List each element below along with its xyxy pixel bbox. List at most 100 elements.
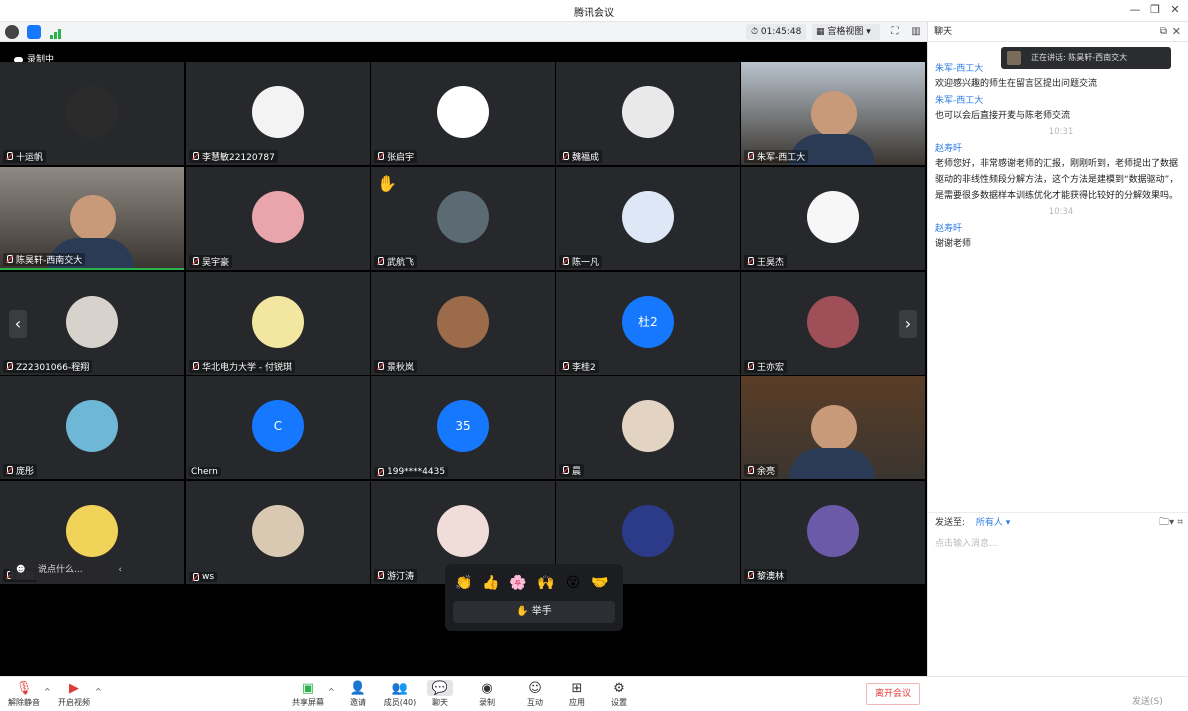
info-icon[interactable] <box>5 25 19 39</box>
participant-tile[interactable]: 李慧敏22120787 <box>186 62 370 165</box>
participant-tile[interactable]: 十运帆 <box>0 62 184 165</box>
mute-button[interactable]: 🎙 解除静音 <box>2 680 46 708</box>
participant-tile[interactable]: 陈一凡 <box>556 167 740 270</box>
mic-muted-icon <box>191 572 199 582</box>
participant-tile[interactable]: 杜2 李桂2 <box>556 272 740 375</box>
message-sender[interactable]: 朱军-西工大 <box>935 94 1185 108</box>
record-button[interactable]: ◉ 录制 <box>465 680 509 708</box>
gear-icon: ⚙ <box>613 680 625 696</box>
timer-value: 01:45:48 <box>760 27 802 37</box>
participant-name-label: 199****4435 <box>387 467 446 477</box>
person-silhouette <box>69 195 116 242</box>
message-timestamp: 10:34 <box>1048 207 1074 217</box>
chat-header-title: 聊天 <box>934 27 953 37</box>
avatar <box>622 85 674 138</box>
chat-panel: 聊天 ⧉ ✕ 朱军-西工大 欢迎感兴趣的师生在留言区提出问题交流 朱军-西工大 也可以… <box>927 22 1188 676</box>
apps-button[interactable]: ⊞ 应用 <box>555 680 599 708</box>
participant-tile[interactable]: 吴宇豪 <box>186 167 370 270</box>
mic-muted-icon <box>191 257 199 266</box>
message-sender[interactable]: 赵寿旰 <box>935 142 1185 156</box>
participant-name-label: 李桂2 <box>572 363 596 373</box>
participant-name: 李慧敏22120787 <box>189 150 278 163</box>
file-icon[interactable]: 🗀▾ <box>1159 517 1174 528</box>
signal-icon[interactable] <box>49 25 63 39</box>
share-options-caret[interactable]: ^ <box>328 687 335 696</box>
view-label: 宫格视图 <box>827 27 864 37</box>
screenshot-icon[interactable]: ⌗ <box>1177 517 1183 528</box>
handshake-reaction[interactable]: 🤝 <box>589 572 611 594</box>
participant-tile[interactable]: 华北电力大学 - 付锐琪 <box>186 272 370 375</box>
participant-tile[interactable]: ws <box>186 481 370 584</box>
participant-tile[interactable]: 景秋岚 <box>371 272 555 375</box>
participant-name-label: 景秋岚 <box>387 363 415 373</box>
popout-icon[interactable]: ⧉ <box>1160 22 1167 42</box>
participant-tile[interactable]: 魏福成 <box>556 62 740 165</box>
meeting-app: 腾讯会议 — ❐ ✕ ⏱ 01:45:48 ▦ 宫格视图 ▾ ⛶ ▥ 录制中 十… <box>0 0 1188 711</box>
flower-reaction[interactable]: 🌸 <box>507 572 529 594</box>
avatar <box>437 504 489 557</box>
participant-tile[interactable]: 黎澳林 <box>741 481 925 584</box>
close-chat-icon[interactable]: ✕ <box>1172 22 1181 42</box>
wow-reaction[interactable]: 😮 <box>562 572 584 594</box>
participant-tile[interactable]: 庞彤 <box>0 376 184 479</box>
participant-tile[interactable]: 王亦宏 <box>741 272 925 375</box>
video-options-caret[interactable]: ^ <box>95 687 102 696</box>
fullscreen-icon[interactable]: ⛶ <box>888 25 902 39</box>
invite-button[interactable]: 👤 邀请 <box>336 680 380 708</box>
leave-meeting-button[interactable]: 离开会议 <box>866 683 920 705</box>
participant-tile[interactable]: 张启宇 <box>371 62 555 165</box>
raise-hand-button[interactable]: ✋ 举手 <box>453 601 615 623</box>
clap-reaction[interactable]: 👏 <box>453 572 475 594</box>
send-to-bar: 发送至: 所有人 ▾ 🗀▾ ⌗ <box>928 512 1188 534</box>
participant-name: 陈昊轩-西南交大 <box>3 253 86 266</box>
chat-input[interactable]: 点击输入消息... <box>935 536 998 549</box>
video-button[interactable]: ▶ 开启视频 <box>52 680 96 708</box>
record-icon: ◉ <box>481 680 493 696</box>
participant-tile[interactable]: 武航飞 <box>371 167 555 270</box>
layout-sidebar-icon[interactable]: ▥ <box>909 25 923 39</box>
mic-muted-icon <box>561 152 569 161</box>
participant-name-label: 魏福成 <box>572 153 600 163</box>
participant-name: ws <box>189 572 218 582</box>
interact-button[interactable]: ☺ 互动 <box>513 680 557 708</box>
participant-tile[interactable]: 35 199****4435 <box>371 376 555 479</box>
participant-tile[interactable]: C Chern <box>186 376 370 479</box>
participant-name-label: 张启宇 <box>387 153 415 163</box>
chat-label: 聊天 <box>432 698 448 707</box>
mic-muted-icon <box>746 362 754 371</box>
message-sender[interactable]: 赵寿旰 <box>935 222 1185 236</box>
settings-button[interactable]: ⚙ 设置 <box>597 680 641 708</box>
close-button[interactable]: ✕ <box>1166 2 1184 18</box>
participant-name: 魏福成 <box>559 150 603 163</box>
participant-tile[interactable]: Z22301066-程翔 <box>0 272 184 375</box>
participant-tile[interactable]: 王昊杰 <box>741 167 925 270</box>
participant-name: 199****4435 <box>374 467 449 477</box>
maximize-button[interactable]: ❐ <box>1146 2 1164 18</box>
chat-button[interactable]: 💬 聊天 <box>418 680 462 708</box>
participant-name: 李桂2 <box>559 360 599 373</box>
minimize-button[interactable]: — <box>1126 2 1144 18</box>
participant-tile[interactable]: 朱军-西工大 <box>741 62 925 165</box>
send-button[interactable]: 发送(S) <box>1132 694 1163 707</box>
view-switch-button[interactable]: ▦ 宫格视图 ▾ <box>812 24 880 40</box>
participant-name: 余亮 <box>744 464 779 477</box>
celebrate-reaction[interactable]: 🙌 <box>535 572 557 594</box>
members-button[interactable]: 👥 成员(40) <box>378 680 422 708</box>
send-to-select[interactable]: 所有人 ▾ <box>976 518 1010 528</box>
participant-name-label: 十运帆 <box>16 153 44 163</box>
participant-tile[interactable]: 陈昊轩-西南交大 <box>0 167 184 270</box>
security-shield-icon[interactable] <box>27 25 41 39</box>
mute-label: 解除静音 <box>8 698 40 707</box>
quick-chat-input[interactable]: ☻ 说点什么... ‹ <box>10 560 122 580</box>
collapse-icon[interactable]: ‹ <box>118 560 122 580</box>
next-page-button[interactable]: › <box>899 310 917 338</box>
audio-options-caret[interactable]: ^ <box>44 687 51 696</box>
participant-name-label: Chern <box>191 467 218 477</box>
thumbs-up-reaction[interactable]: 👍 <box>480 572 502 594</box>
emoji-icon[interactable]: ☻ <box>16 560 25 580</box>
share-screen-button[interactable]: ▣ 共享屏幕 <box>286 680 330 708</box>
participant-tile[interactable]: 晨 <box>556 376 740 479</box>
initials-avatar: 杜2 <box>622 295 674 348</box>
participant-tile[interactable]: 余亮 <box>741 376 925 479</box>
prev-page-button[interactable]: ‹ <box>9 310 27 338</box>
